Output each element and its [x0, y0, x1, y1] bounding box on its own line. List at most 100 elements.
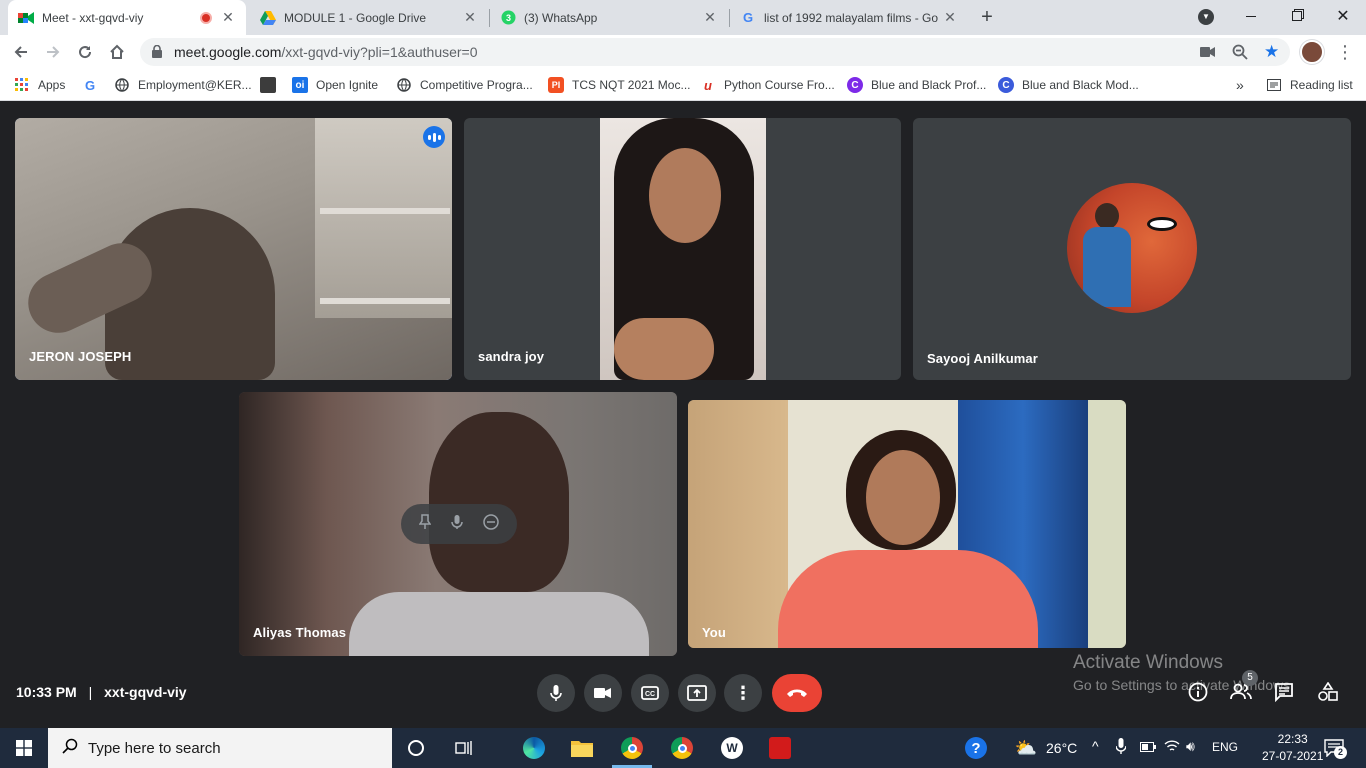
folder-icon — [571, 741, 593, 757]
forward-button[interactable] — [40, 39, 66, 65]
video-feed-face — [866, 450, 940, 545]
microphone-tray-icon[interactable] — [1115, 738, 1127, 757]
wifi-icon[interactable] — [1164, 739, 1180, 756]
bookmark-blue-black-prof[interactable]: C Blue and Black Prof... — [847, 76, 986, 94]
tab-google-drive[interactable]: MODULE 1 - Google Drive ✕ — [250, 0, 488, 35]
avatar-head — [1095, 203, 1119, 229]
battery-icon[interactable] — [1140, 741, 1156, 755]
minimize-icon — [1246, 15, 1256, 17]
reload-button[interactable] — [72, 39, 98, 65]
more-options-button[interactable]: ⋮ — [724, 674, 762, 712]
tab-google-search[interactable]: G list of 1992 malayalam films - Go ✕ — [730, 0, 968, 35]
pdf-icon — [769, 737, 791, 759]
back-button[interactable] — [8, 39, 34, 65]
tab-title: list of 1992 malayalam films - Go — [764, 10, 939, 25]
url-path: /xxt-gqvd-viy?pli=1&authuser=0 — [281, 44, 478, 60]
whatsapp-icon: 3 — [500, 10, 516, 26]
chrome-icon — [621, 737, 643, 759]
captions-button[interactable]: CC — [631, 674, 669, 712]
weather-widget[interactable]: ⛅ — [1014, 736, 1038, 760]
volume-icon[interactable]: 🔊︎ — [1186, 738, 1195, 755]
close-tab-icon[interactable]: ✕ — [942, 9, 958, 26]
help-button[interactable]: ? — [964, 736, 988, 760]
file-explorer-app[interactable] — [570, 736, 594, 760]
edge-app[interactable] — [522, 736, 546, 760]
pin-icon[interactable] — [418, 513, 432, 535]
video-feed-window — [1088, 400, 1126, 648]
participant-avatar — [1067, 183, 1197, 313]
zoom-icon[interactable] — [1232, 44, 1248, 65]
bookmark-blue-black-mod[interactable]: C Blue and Black Mod... — [998, 76, 1139, 94]
bookmark-label: Employment@KER... — [138, 78, 252, 92]
input-language[interactable]: ENG — [1212, 740, 1238, 754]
app-w[interactable]: W — [720, 736, 744, 760]
leave-call-button[interactable] — [772, 674, 822, 712]
bookmark-label: Python Course Fro... — [724, 78, 835, 92]
mute-participant-icon[interactable] — [451, 514, 463, 535]
activities-button[interactable] — [1318, 681, 1338, 707]
home-icon — [110, 44, 124, 59]
address-bar[interactable]: meet.google.com/xxt-gqvd-viy?pli=1&authu… — [140, 38, 1290, 66]
people-button[interactable]: 5 — [1230, 670, 1258, 705]
tab-search-icon[interactable]: ▼ — [1198, 9, 1214, 25]
microphone-button[interactable] — [537, 674, 575, 712]
bookmark-competitive-programming[interactable]: Competitive Progra... — [396, 76, 533, 94]
tab-whatsapp[interactable]: 3 (3) WhatsApp ✕ — [490, 0, 728, 35]
info-icon — [1188, 682, 1208, 702]
camera-button[interactable] — [584, 674, 622, 712]
bookmark-label: Blue and Black Mod... — [1022, 78, 1139, 92]
close-tab-icon[interactable]: ✕ — [702, 9, 718, 26]
present-screen-button[interactable] — [678, 674, 716, 712]
participant-tile[interactable]: JERON JOSEPH — [15, 118, 452, 380]
notification-center-button[interactable]: 2 — [1322, 736, 1347, 760]
google-meet-icon — [18, 10, 34, 26]
close-tab-icon[interactable]: ✕ — [220, 9, 236, 26]
new-tab-button[interactable]: + — [976, 6, 998, 28]
bookmark-image[interactable] — [260, 76, 284, 94]
participant-tile[interactable]: Aliyas Thomas — [239, 392, 677, 656]
remove-participant-icon[interactable] — [483, 513, 499, 535]
restore-button[interactable] — [1274, 0, 1320, 32]
chrome-meet-app[interactable] — [620, 736, 644, 760]
chrome-app[interactable] — [670, 736, 694, 760]
meeting-code: xxt-gqvd-viy — [104, 684, 187, 700]
task-view-button[interactable] — [452, 736, 476, 760]
participant-tile[interactable]: Sayooj Anilkumar — [913, 118, 1351, 380]
profile-avatar[interactable] — [1300, 40, 1324, 64]
home-button[interactable] — [104, 39, 130, 65]
acrobat-app[interactable] — [768, 736, 792, 760]
close-window-button[interactable]: ✕ — [1320, 0, 1366, 32]
meeting-details-button[interactable] — [1188, 682, 1208, 707]
chrome-icon — [671, 737, 693, 759]
lock-icon[interactable] — [152, 44, 162, 63]
task-view-icon — [455, 741, 472, 755]
reading-list-button[interactable]: Reading list — [1266, 76, 1353, 94]
bookmark-google[interactable]: G — [82, 76, 106, 94]
windows-start-button[interactable] — [12, 736, 36, 760]
minimize-button[interactable] — [1228, 0, 1274, 32]
meeting-info-separator: | — [88, 684, 93, 700]
taskbar-search-box[interactable]: Type here to search — [48, 728, 392, 768]
bookmark-tcs-nqt[interactable]: PI TCS NQT 2021 Moc... — [548, 76, 690, 94]
python-course-icon: u — [704, 77, 712, 93]
bookmark-open-ignite[interactable]: oi Open Ignite — [292, 76, 378, 94]
bookmark-employment[interactable]: Employment@KER... — [114, 76, 252, 94]
chrome-menu-icon[interactable]: ⋮ — [1336, 42, 1354, 62]
video-feed-hand — [614, 318, 714, 380]
meeting-info: 10:33 PM | xxt-gqvd-viy — [16, 684, 187, 700]
bookmark-python-course[interactable]: u Python Course Fro... — [700, 76, 835, 94]
bookmark-apps[interactable]: Apps — [14, 76, 65, 94]
show-hidden-icons-button[interactable]: ^ — [1092, 738, 1099, 754]
participant-tile[interactable]: sandra joy — [464, 118, 901, 380]
close-tab-icon[interactable]: ✕ — [462, 9, 478, 26]
chat-button[interactable] — [1274, 682, 1294, 707]
bookmark-star-icon[interactable]: ★ — [1264, 42, 1279, 62]
weather-temperature: 26°C — [1046, 740, 1078, 756]
more-bookmarks-button[interactable]: » — [1236, 76, 1244, 94]
cortana-button[interactable] — [404, 736, 428, 760]
camera-in-use-icon[interactable] — [1200, 45, 1216, 63]
activities-shapes-icon — [1318, 681, 1338, 701]
clock[interactable]: 22:33 27-07-2021 — [1262, 732, 1323, 763]
tab-meet[interactable]: Meet - xxt-gqvd-viy ✕ — [8, 0, 246, 35]
participant-tile-self[interactable]: You — [688, 400, 1126, 648]
